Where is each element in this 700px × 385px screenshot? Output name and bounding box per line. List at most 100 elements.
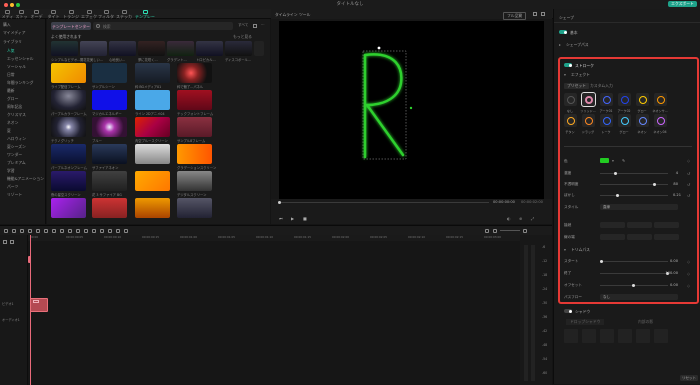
blur-value[interactable]: 0.21 [668,193,681,197]
shadow-preset[interactable] [564,329,578,343]
template-thumb[interactable] [135,117,170,137]
eyedropper-icon[interactable]: ✎ [622,158,625,163]
sidebar-item-anniversary[interactable]: 周年記念 [7,104,22,110]
template-thumb[interactable] [135,90,170,110]
template-thumb[interactable] [177,171,212,191]
expand-icon[interactable]: ⤢ [531,216,534,221]
template-thumb[interactable] [177,90,212,110]
template-thumb[interactable] [177,198,212,218]
effects-chevron-icon[interactable]: ▾ [564,72,566,77]
tab-drop-shadow[interactable]: ドロップシャドウ [566,319,605,325]
shape-path-chevron-icon[interactable]: ▸ [559,42,561,47]
speed-icon[interactable] [68,228,72,233]
sidebar-item-premium[interactable]: プレミアム [7,160,26,166]
shape-letter-r[interactable] [279,21,544,199]
sidebar-item-latest[interactable]: 最新 [7,88,15,94]
preset-none[interactable] [564,93,577,106]
sidebar-item-resort[interactable]: リゾート [7,192,22,198]
zoom-icon[interactable]: ⊕ [519,216,522,221]
template-thumb[interactable] [51,117,86,137]
shadow-preset[interactable] [618,329,632,343]
shadow-preset[interactable] [654,329,668,343]
timeline-ruler[interactable]: 00:00 00:00:00:05 00:00:00:10 00:00:00:1… [28,235,520,241]
stroke-toggle[interactable] [564,63,572,67]
zoom-slider[interactable] [500,230,520,231]
opacity-slider[interactable] [600,184,668,185]
marker-icon[interactable] [116,228,120,233]
keyframe-icon[interactable]: ◇ [687,271,690,276]
sidebar-item-halloween[interactable]: ハロウィン [7,136,26,142]
trim-offset-knob[interactable] [632,284,635,287]
sidebar-item-library[interactable]: ライブラリ [3,39,22,45]
playback-knob[interactable] [278,201,281,204]
sidebar-item-social[interactable]: ソーシャル [7,64,26,70]
sidebar-item-glow[interactable]: グロー [7,96,18,102]
redo-icon[interactable] [28,228,32,233]
preset-neon04[interactable] [654,114,667,127]
reset-button[interactable]: リセット [680,375,698,381]
style-dropdown[interactable]: 直線 [600,204,678,210]
delete-icon[interactable] [36,228,40,233]
preset-titanium[interactable] [564,114,577,127]
sidebar-item-my-media[interactable]: マイメディア [3,30,26,36]
stop-icon[interactable]: ■ [303,216,307,221]
template-thumb[interactable] [135,171,170,191]
template-thumb[interactable] [135,198,170,218]
sidebar-item-christmas[interactable]: クリスマス [7,112,26,118]
basic-toggle[interactable] [559,30,567,34]
play-icon[interactable]: ▶ [291,216,294,221]
template-thumb[interactable] [135,144,170,164]
snap-icon[interactable] [485,228,489,233]
undo-icon[interactable] [20,228,24,233]
join-option-3[interactable] [654,222,679,228]
timeline-clip-shape[interactable] [30,298,48,312]
reset-icon[interactable]: ↺ [687,182,690,187]
opacity-value[interactable]: 80 [668,182,678,186]
zoom-in-icon[interactable] [523,228,527,233]
preview-tab-timeline[interactable]: タイムライン [275,12,298,18]
split-icon[interactable] [44,228,48,233]
cap-option-2[interactable] [627,234,652,240]
color-dropdown-icon[interactable]: ▾ [612,158,614,163]
thickness-slider[interactable] [600,173,668,174]
mask-icon[interactable] [100,228,104,233]
sidebar-item-daily[interactable]: 日常 [7,72,15,78]
preset-drag[interactable] [582,114,595,127]
keyframe-icon[interactable]: ◇ [687,259,690,264]
see-more-link[interactable]: もっと見る [233,34,252,40]
sort-dropdown[interactable]: すべて [238,23,248,28]
tab-preset[interactable]: プリセット [564,83,589,89]
playback-scrubber[interactable] [279,202,489,203]
shadow-preset[interactable] [582,329,596,343]
volume-icon[interactable]: ◐ [507,216,511,221]
sidebar-item-summer-season[interactable]: 夏シーズン [7,144,26,150]
sidebar-item-summer[interactable]: 夏 [7,128,11,134]
path-flow-dropdown[interactable]: なし [600,294,678,300]
tab-inner-shadow[interactable]: 内部の影 [638,319,653,325]
more-options-icon[interactable]: ⋯ [261,23,265,27]
blur-knob[interactable] [616,194,619,197]
template-thumb[interactable] [51,171,86,191]
template-center-button[interactable]: テンプレートセンター [51,22,91,30]
sidebar-item-ranking[interactable]: 年間ランキング [7,80,33,86]
text-icon[interactable] [60,228,64,233]
sidebar-item-purchased[interactable]: 購入 [3,22,11,28]
thickness-knob[interactable] [614,172,617,175]
snapshot-icon[interactable] [533,11,537,16]
rotate-handle[interactable] [377,46,381,50]
cap-option-3[interactable] [654,234,679,240]
search-input[interactable]: 検索 [93,22,233,30]
shadow-preset[interactable] [600,329,614,343]
join-option-2[interactable] [627,222,652,228]
trim-path-label[interactable]: トリムパス [571,247,590,253]
anchor-point[interactable] [409,106,413,110]
preset-arc02[interactable] [618,93,631,106]
template-thumb[interactable] [51,41,78,56]
sidebar-item-essential[interactable]: エッセンシャル [7,56,34,62]
template-thumb[interactable] [92,144,127,164]
trim-end-slider[interactable] [600,273,668,274]
preview-canvas[interactable] [279,21,544,199]
template-thumb[interactable] [167,41,194,56]
color-icon[interactable] [76,228,80,233]
sidebar-item-learning[interactable]: 学習 [7,168,15,174]
